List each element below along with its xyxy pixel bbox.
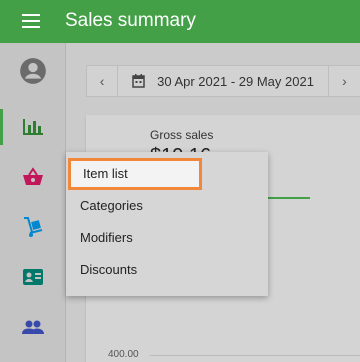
date-range-text: 30 Apr 2021 - 29 May 2021 bbox=[157, 73, 314, 89]
menu-item-discounts[interactable]: Discounts bbox=[66, 254, 268, 286]
nav-item-inventory[interactable] bbox=[0, 203, 66, 251]
y-axis-tick-label: 400.00 bbox=[108, 349, 139, 360]
bar-chart-icon bbox=[23, 119, 43, 135]
calendar-icon bbox=[132, 74, 145, 88]
nav-item-customers[interactable] bbox=[0, 303, 66, 351]
app-bar: Sales summary bbox=[0, 0, 360, 43]
date-range-bar: ‹ 30 Apr 2021 - 29 May 2021 › bbox=[86, 65, 360, 97]
menu-item-categories[interactable]: Categories bbox=[66, 190, 268, 222]
basket-icon bbox=[23, 167, 43, 185]
id-card-icon bbox=[23, 269, 43, 285]
account-icon bbox=[20, 58, 46, 84]
nav-rail bbox=[0, 43, 66, 362]
page-title: Sales summary bbox=[65, 10, 196, 31]
date-range-picker[interactable]: 30 Apr 2021 - 29 May 2021 bbox=[118, 66, 329, 96]
hand-truck-icon bbox=[24, 217, 43, 237]
next-period-button[interactable]: › bbox=[329, 66, 360, 96]
nav-item-employees[interactable] bbox=[0, 253, 66, 301]
items-submenu: Item list Categories Modifiers Discounts bbox=[66, 152, 268, 296]
menu-item-modifiers[interactable]: Modifiers bbox=[66, 222, 268, 254]
gridline bbox=[150, 355, 360, 356]
gross-sales-label: Gross sales bbox=[150, 128, 214, 142]
previous-period-button[interactable]: ‹ bbox=[87, 66, 119, 96]
people-icon bbox=[22, 320, 44, 334]
chevron-right-icon: › bbox=[342, 73, 347, 89]
hamburger-icon[interactable] bbox=[22, 14, 40, 28]
menu-item-item-list[interactable]: Item list bbox=[68, 158, 202, 190]
nav-item-reports[interactable] bbox=[0, 103, 66, 151]
nav-item-items[interactable] bbox=[0, 153, 66, 201]
chevron-left-icon: ‹ bbox=[99, 73, 105, 89]
nav-item-account[interactable] bbox=[0, 47, 66, 95]
